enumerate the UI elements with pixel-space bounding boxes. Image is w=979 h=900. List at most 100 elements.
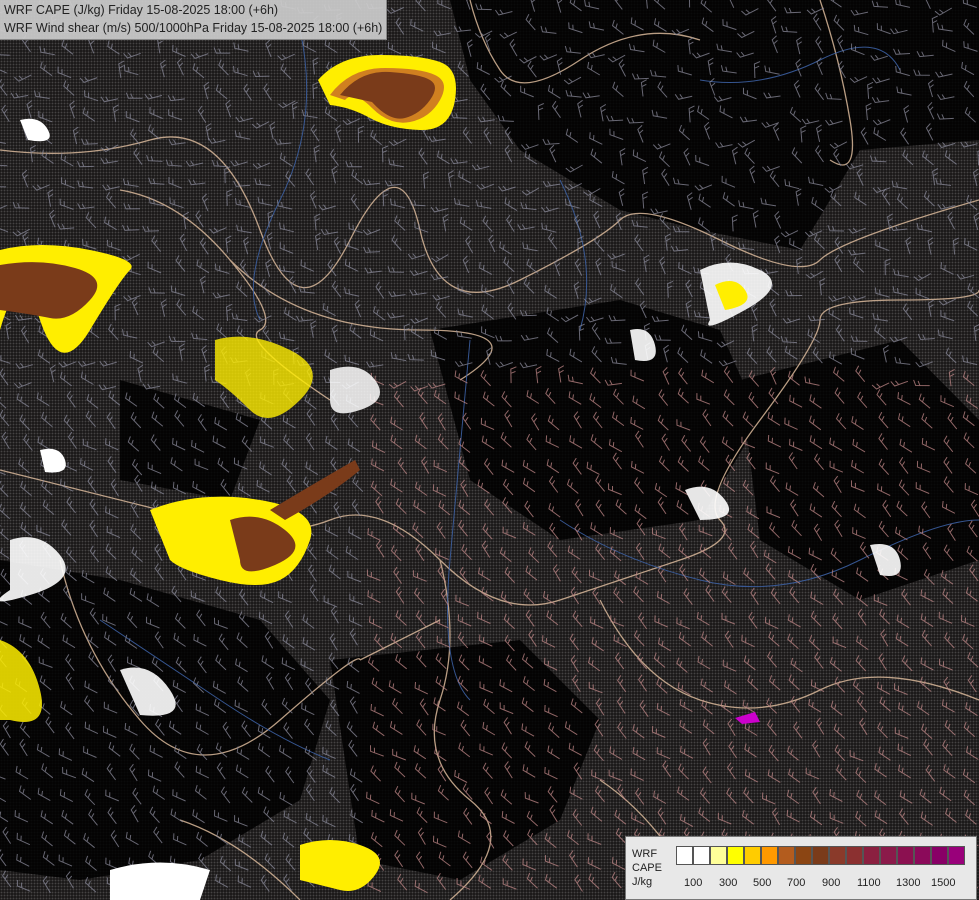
wind-barb (148, 287, 165, 294)
wind-barb (144, 93, 163, 100)
wind-barb (318, 204, 336, 211)
wind-barb (26, 100, 33, 118)
wind-barb (390, 478, 403, 493)
wind-barb (170, 285, 186, 296)
wind-barb (15, 362, 34, 369)
wind-barb (808, 698, 822, 713)
wind-barb (481, 586, 494, 602)
wind-barb (395, 17, 405, 35)
wind-barb (965, 702, 978, 717)
wind-barb (165, 159, 183, 167)
wind-barb (726, 787, 737, 804)
wind-barb (131, 546, 143, 563)
wind-barb (830, 190, 842, 207)
wind-barb (788, 768, 801, 783)
wind-barb (344, 258, 359, 272)
wind-barb (587, 857, 601, 870)
wind-barb (502, 526, 517, 539)
wind-barb (583, 297, 602, 304)
wind-barb (84, 90, 99, 102)
wind-barb (147, 261, 162, 274)
wind-barb (659, 256, 666, 275)
wind-barb (829, 789, 843, 802)
wind-barb (710, 232, 717, 251)
wind-barb (874, 324, 886, 340)
wind-barb (482, 523, 493, 540)
wind-barb (921, 629, 932, 647)
wind-barb (595, 257, 602, 276)
wind-barb (808, 635, 821, 651)
wind-barb (789, 586, 800, 604)
wind-barb (768, 631, 780, 647)
wind-barb (830, 700, 843, 716)
wind-barb (875, 239, 890, 251)
wind-barb (347, 438, 361, 453)
legend-swatch (676, 846, 693, 865)
wind-barb (771, 807, 781, 825)
legend-title-wrf: WRF (632, 848, 658, 860)
wind-barb (522, 242, 538, 252)
wind-barb (413, 499, 426, 514)
wind-barb (790, 657, 803, 673)
wind-barb (39, 46, 55, 56)
wind-barb (16, 879, 31, 892)
wind-barb (362, 229, 381, 236)
wind-barb (203, 81, 210, 100)
wind-barb (609, 546, 622, 562)
wind-barb (973, 212, 979, 231)
wind-barb (154, 563, 164, 581)
wind-barb (87, 476, 97, 493)
wind-barb (614, 652, 625, 670)
wind-barb (190, 52, 209, 59)
wind-barb (0, 69, 7, 74)
wind-barb (676, 657, 688, 673)
wind-barb (768, 324, 781, 340)
wind-barb (178, 343, 185, 361)
wind-barb (786, 789, 800, 805)
wind-barb (310, 124, 320, 142)
wind-barb (747, 675, 759, 691)
wind-barb (160, 59, 167, 78)
wind-barb (963, 789, 975, 806)
wind-barb (303, 827, 315, 844)
wind-barb (0, 79, 8, 96)
wind-barb (129, 350, 144, 364)
wind-barb (106, 525, 121, 539)
wind-barb (574, 874, 583, 892)
wind-barb (251, 121, 270, 129)
wind-barb (856, 696, 868, 713)
wind-barb (390, 416, 403, 431)
wind-barb (320, 229, 339, 236)
wind-barb (65, 546, 77, 563)
wind-barb (743, 655, 756, 671)
wind-barb (481, 304, 494, 320)
wind-barb (66, 496, 76, 514)
wind-barb (679, 813, 694, 827)
wind-barb (417, 387, 428, 405)
wind-barb (743, 787, 754, 804)
wind-barb (855, 811, 867, 827)
wind-barb (151, 235, 161, 253)
wind-barb (750, 587, 759, 605)
wind-barb (18, 458, 30, 474)
wind-barb (611, 260, 626, 272)
wind-barb (107, 323, 119, 340)
wind-barb (77, 203, 95, 210)
wind-barb (967, 675, 977, 693)
wind-barb (726, 762, 736, 780)
wind-barb (810, 591, 824, 605)
wind-barb (869, 155, 887, 163)
wind-barb (574, 258, 583, 276)
wind-barb (891, 180, 908, 190)
wind-barb (147, 341, 165, 348)
wind-barb (215, 586, 227, 603)
wind-barb (634, 787, 645, 805)
wind-barb (848, 249, 866, 256)
wind-barb (634, 234, 644, 252)
wind-barb (302, 39, 317, 53)
wind-barb (859, 717, 868, 736)
wind-barb (313, 144, 320, 163)
wind-barb (260, 590, 274, 604)
wind-barb (872, 312, 889, 322)
legend-swatch (846, 846, 863, 865)
